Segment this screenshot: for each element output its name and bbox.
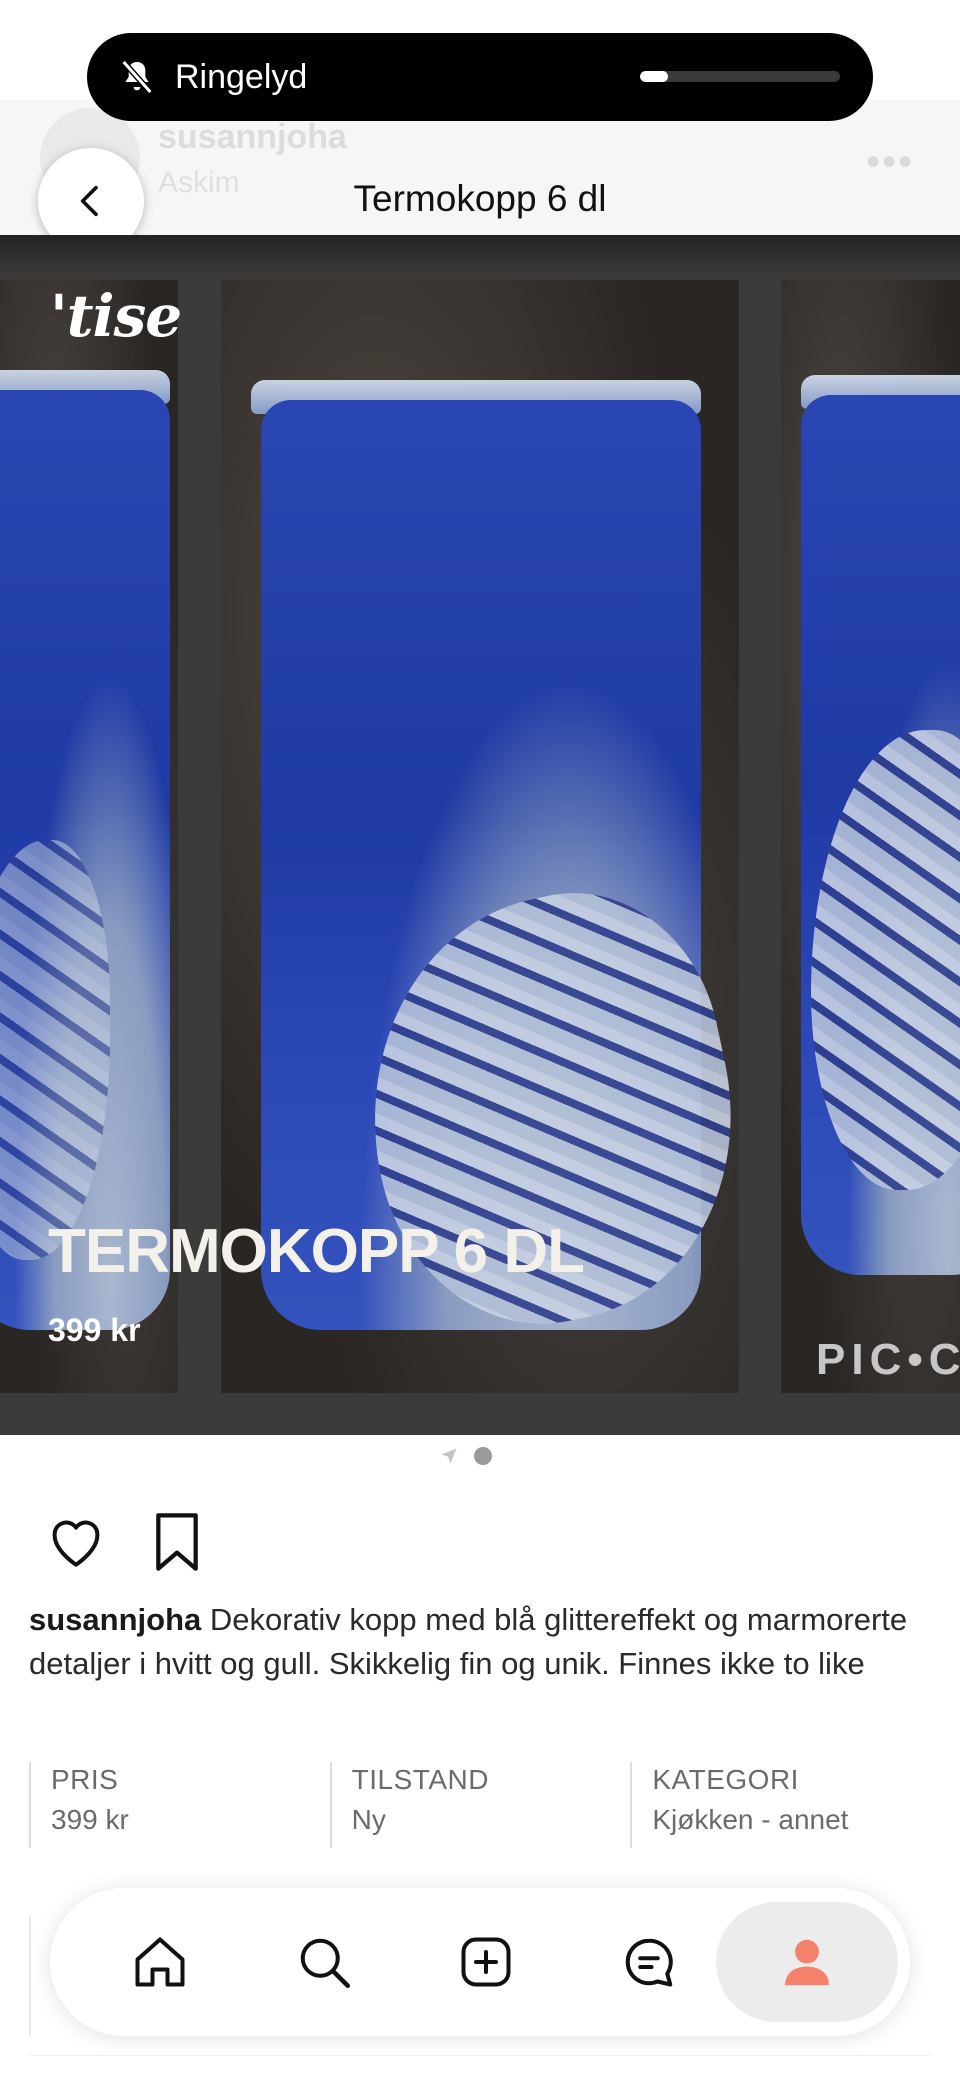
spec-condition: TILSTAND Ny: [329, 1762, 631, 1848]
nav-search[interactable]: [282, 1920, 366, 2004]
heart-icon: [52, 1520, 100, 1567]
spec-value: 399 kr: [51, 1804, 129, 1835]
ringer-hud: Ringelyd: [87, 33, 873, 121]
nav-home[interactable]: [118, 1920, 202, 2004]
add-icon: [461, 1937, 511, 1987]
photo-overlay-price: 399 kr: [48, 1312, 141, 1348]
bookmark-icon: [156, 1513, 198, 1571]
volume-slider: [640, 71, 840, 82]
chat-icon: [625, 1938, 673, 1987]
bottom-navigation: [50, 1888, 910, 2036]
search-icon: [300, 1938, 350, 1988]
post-description: susannjoha Dekorativ kopp med blå glitte…: [29, 1598, 919, 1686]
spec-value: Kjøkken - annet: [652, 1804, 849, 1835]
save-button[interactable]: [150, 1510, 204, 1574]
photo-overlay-title: TERMOKOPP 6 DL: [48, 1217, 585, 1286]
spec-label: PRIS: [51, 1764, 119, 1795]
spec-label: KATEGORI: [652, 1764, 799, 1795]
home-icon: [135, 1937, 185, 1987]
seller-username: susannjoha: [158, 118, 347, 156]
location-arrow-icon: [441, 1448, 457, 1464]
home-indicator: [29, 2055, 931, 2087]
nav-add[interactable]: [444, 1920, 528, 2004]
nav-profile[interactable]: [765, 1920, 849, 2004]
ringer-label: Ringelyd: [175, 58, 308, 96]
nav-chat[interactable]: [607, 1920, 691, 2004]
photo-watermark: PIC•C: [816, 1335, 960, 1384]
volume-level: [640, 71, 668, 82]
like-button[interactable]: [44, 1510, 108, 1574]
item-details: PRIS 399 kr TILSTAND Ny KATEGORI Kjøkken…: [29, 1762, 931, 1848]
spec-value: Ny: [351, 1804, 386, 1835]
spec-label: TILSTAND: [351, 1764, 489, 1795]
spec-category: KATEGORI Kjøkken - annet: [630, 1762, 931, 1848]
gallery-page-indicator: [440, 1444, 492, 1468]
gallery-photo-next[interactable]: [781, 280, 960, 1393]
profile-icon: [785, 1939, 829, 1986]
page-title: Termokopp 6 dl: [353, 178, 607, 219]
bell-slash-icon: [121, 60, 153, 94]
tise-logo: 'tise: [50, 282, 182, 350]
description-username[interactable]: susannjoha: [29, 1602, 201, 1637]
spec-price: PRIS 399 kr: [29, 1762, 330, 1848]
page-dot-active: [474, 1447, 492, 1465]
